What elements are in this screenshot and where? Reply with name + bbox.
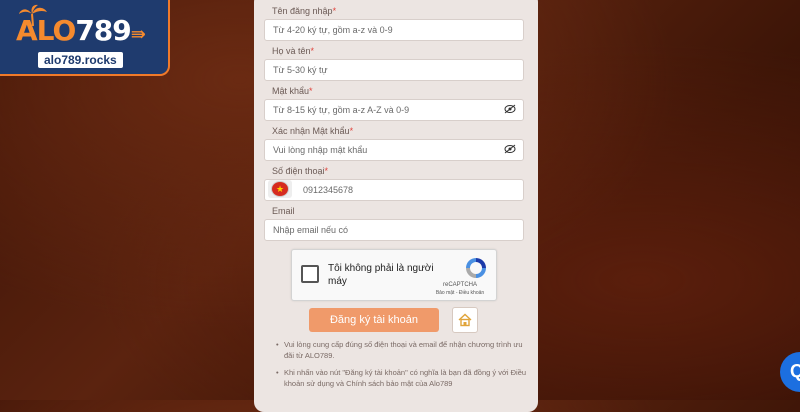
eye-slash-icon[interactable] xyxy=(504,104,516,114)
recaptcha-brand: reCAPTCHA xyxy=(442,282,477,288)
confirm-password-field-wrap xyxy=(254,139,538,161)
brand-logo[interactable]: ALO789⇛ alo789.rocks xyxy=(0,0,170,76)
site-url: alo789.rocks xyxy=(38,52,123,68)
chat-icon: Q xyxy=(790,361,800,381)
register-button[interactable]: Đăng ký tài khoản xyxy=(309,308,439,332)
notes-list: Vui lòng cung cấp đúng số điện thoại và … xyxy=(276,339,531,395)
recaptcha-icon xyxy=(466,258,486,278)
password-field-wrap xyxy=(254,99,538,121)
phone-field-wrap: ★ xyxy=(264,179,524,201)
fullname-input[interactable] xyxy=(264,59,524,81)
chat-button[interactable]: Q xyxy=(780,352,800,392)
note-item: Vui lòng cung cấp đúng số điện thoại và … xyxy=(276,339,531,361)
recaptcha-checkbox[interactable] xyxy=(301,265,319,283)
username-label: Tên đăng nhập* xyxy=(272,6,337,16)
confirm-password-label: Xác nhận Mật khẩu* xyxy=(272,126,354,136)
email-input[interactable] xyxy=(264,219,524,241)
home-icon xyxy=(458,313,472,327)
logo-wordmark: ALO789⇛ xyxy=(16,14,146,47)
phone-label: Số điện thoại* xyxy=(272,166,329,176)
arrow-icon: ⇛ xyxy=(130,24,146,45)
home-button[interactable] xyxy=(452,307,478,333)
email-label: Email xyxy=(272,206,295,216)
password-input[interactable] xyxy=(264,99,524,121)
vietnam-flag-icon: ★ xyxy=(271,181,289,197)
recaptcha-text: Tôi không phải là người máy xyxy=(328,263,434,287)
recaptcha-widget: Tôi không phải là người máy reCAPTCHA Bả… xyxy=(291,249,497,301)
country-selector[interactable]: ★ xyxy=(268,180,292,198)
phone-input[interactable] xyxy=(264,179,524,201)
username-input[interactable] xyxy=(264,19,524,41)
recaptcha-links[interactable]: Bảo mật - Điều khoản xyxy=(430,290,490,296)
password-label: Mật khẩu* xyxy=(272,86,313,96)
eye-slash-icon[interactable] xyxy=(504,144,516,154)
registration-form: Tên đăng nhập* Họ và tên* Mật khẩu* Xác … xyxy=(254,0,538,412)
logo-alo: ALO xyxy=(16,14,76,47)
fullname-label: Họ và tên* xyxy=(272,46,315,56)
note-item: Khi nhấn vào nút "Đăng ký tài khoản" có … xyxy=(276,367,531,389)
confirm-password-input[interactable] xyxy=(264,139,524,161)
logo-number: 789 xyxy=(75,14,131,47)
